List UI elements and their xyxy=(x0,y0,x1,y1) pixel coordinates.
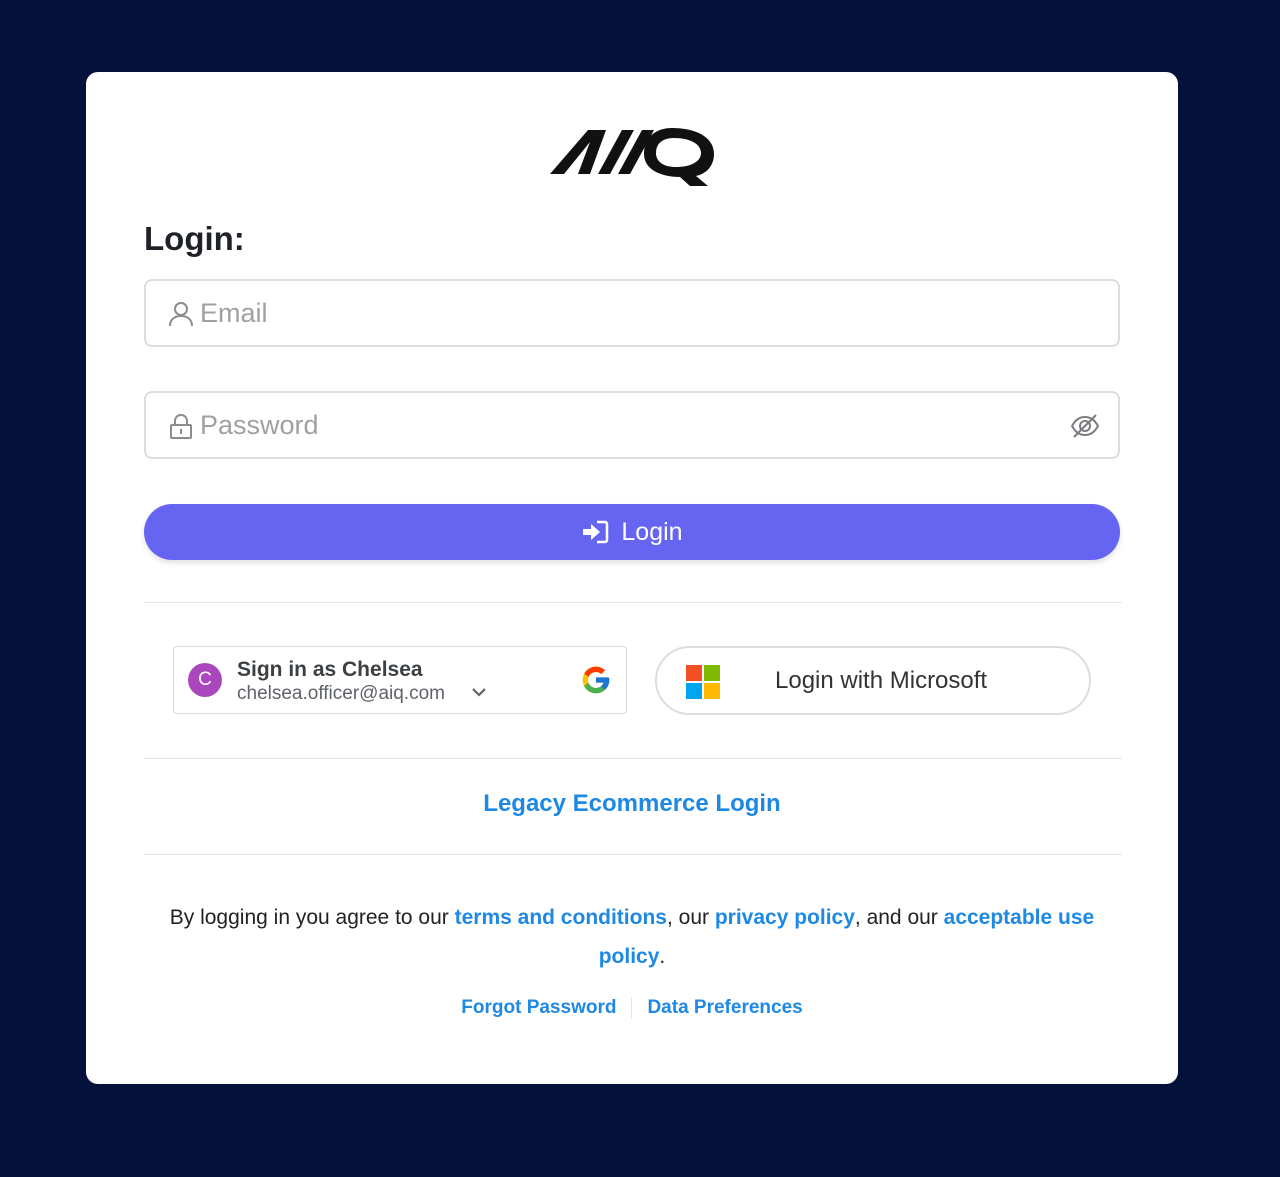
lock-icon xyxy=(170,413,192,439)
chevron-down-icon[interactable] xyxy=(471,686,487,698)
google-account-email: chelsea.officer@aiq.com xyxy=(237,683,445,704)
aiq-logo xyxy=(550,128,714,186)
legacy-ecommerce-login-link[interactable]: Legacy Ecommerce Login xyxy=(86,790,1178,818)
forgot-password-link[interactable]: Forgot Password xyxy=(461,997,616,1019)
eye-off-icon[interactable] xyxy=(1070,412,1100,440)
microsoft-icon xyxy=(686,665,720,699)
divider xyxy=(631,997,633,1019)
divider xyxy=(144,602,1122,603)
privacy-policy-link[interactable]: privacy policy xyxy=(715,906,855,929)
login-button[interactable]: Login xyxy=(144,504,1120,560)
microsoft-login-label: Login with Microsoft xyxy=(775,667,988,694)
divider xyxy=(144,854,1122,855)
password-input[interactable] xyxy=(200,403,1060,447)
email-field[interactable] xyxy=(144,279,1120,347)
google-icon xyxy=(582,666,610,694)
login-heading: Login: xyxy=(144,220,245,257)
login-button-label: Login xyxy=(621,517,683,546)
google-account-title: Sign in as Chelsea xyxy=(237,658,423,681)
user-icon xyxy=(169,302,193,327)
footer-links: Forgot Password Data Preferences xyxy=(86,997,1178,1019)
sign-in-icon xyxy=(583,520,609,544)
email-input[interactable] xyxy=(200,291,1060,335)
data-preferences-link[interactable]: Data Preferences xyxy=(647,997,802,1019)
avatar: C xyxy=(188,663,222,697)
google-signin-button[interactable]: C Sign in as Chelsea chelsea.officer@aiq… xyxy=(173,646,627,714)
password-field[interactable] xyxy=(144,391,1120,459)
login-card: Login: Login C Sign xyxy=(86,72,1178,1084)
terms-link[interactable]: terms and conditions xyxy=(455,906,667,929)
divider xyxy=(144,758,1122,759)
terms-notice: By logging in you agree to our terms and… xyxy=(169,906,1095,968)
microsoft-login-button[interactable]: Login with Microsoft xyxy=(655,646,1091,715)
